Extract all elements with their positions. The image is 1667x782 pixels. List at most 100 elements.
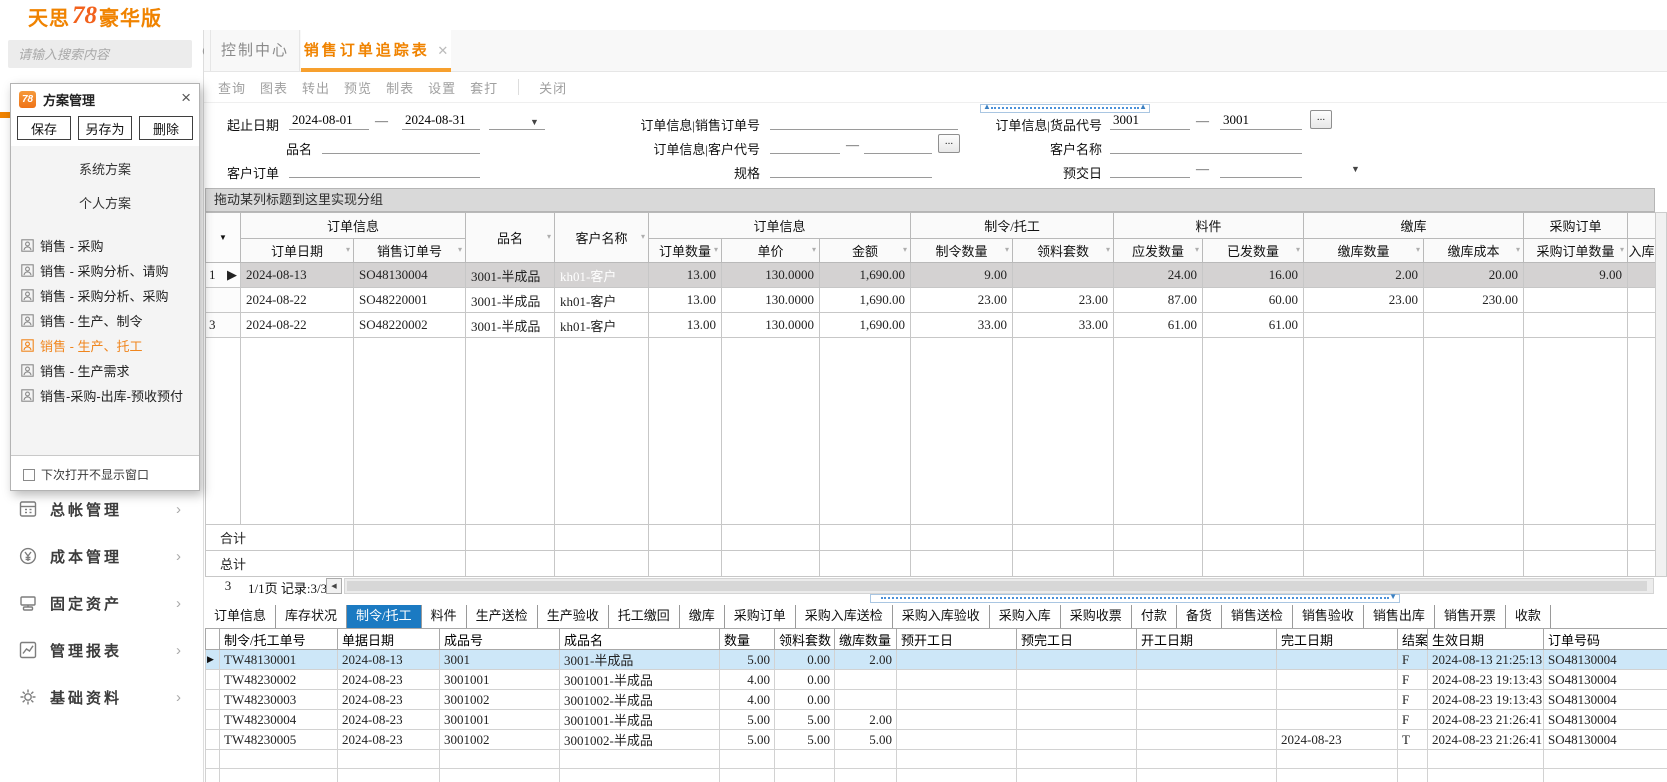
- horizontal-scrollbar[interactable]: [344, 578, 1654, 594]
- customer-code-from-field[interactable]: [770, 135, 840, 154]
- vertical-scrollbar[interactable]: [1655, 212, 1667, 577]
- table-cell[interactable]: 3001-半成品: [466, 313, 555, 338]
- table-cell[interactable]: SO48220002: [354, 313, 466, 338]
- table-cell[interactable]: [1137, 650, 1277, 670]
- table-cell[interactable]: 24.00: [1114, 263, 1203, 288]
- table-cell[interactable]: 3001002-半成品: [560, 690, 720, 710]
- table-cell[interactable]: 2024-08-23: [338, 710, 440, 730]
- search-box[interactable]: [8, 40, 192, 68]
- table-cell[interactable]: 3001-半成品: [560, 650, 720, 670]
- table-cell[interactable]: F: [1398, 710, 1428, 730]
- table-cell[interactable]: 87.00: [1114, 288, 1203, 313]
- table-row[interactable]: TW482300032024-08-2330010023001002-半成品4.…: [206, 690, 1667, 710]
- scheme-item[interactable]: 销售 - 生产、制令: [21, 309, 197, 331]
- table-cell[interactable]: [1524, 288, 1628, 313]
- table-cell[interactable]: 130.0000: [722, 263, 820, 288]
- table-cell[interactable]: T: [1398, 730, 1428, 750]
- detail-tab-销售送检[interactable]: 销售送检: [1222, 605, 1293, 628]
- table-cell[interactable]: [1017, 690, 1137, 710]
- table-cell[interactable]: 3001: [440, 650, 560, 670]
- detail-tab-采购订单[interactable]: 采购订单: [725, 605, 796, 628]
- column-header-订单数量[interactable]: 订单数量▾: [649, 239, 722, 263]
- detail-tab-销售开票[interactable]: 销售开票: [1435, 605, 1506, 628]
- table-cell[interactable]: 9.00: [911, 263, 1013, 288]
- table-cell[interactable]: [1524, 313, 1628, 338]
- select-all-corner[interactable]: ▼: [206, 213, 241, 263]
- table-cell[interactable]: 4.00: [720, 690, 775, 710]
- table-cell[interactable]: 33.00: [911, 313, 1013, 338]
- table-cell[interactable]: 16.00: [1203, 263, 1304, 288]
- filter-caret-icon[interactable]: ▾: [458, 245, 462, 254]
- table-cell[interactable]: 33.00: [1013, 313, 1114, 338]
- column-header-制令数量[interactable]: 制令数量▾: [911, 239, 1013, 263]
- detail-tab-制令/托工[interactable]: 制令/托工: [347, 605, 422, 628]
- detail-tab-生产送检[interactable]: 生产送检: [467, 605, 538, 628]
- column-header-单价[interactable]: 单价▾: [722, 239, 820, 263]
- table-cell[interactable]: 3001001-半成品: [560, 670, 720, 690]
- table-cell[interactable]: 3001002: [440, 690, 560, 710]
- close-icon[interactable]: ×: [181, 88, 191, 108]
- detail-tab-付款[interactable]: 付款: [1132, 605, 1177, 628]
- detail-tab-收款[interactable]: 收款: [1506, 605, 1551, 628]
- table-row[interactable]: TW482300042024-08-2330010013001001-半成品5.…: [206, 710, 1667, 730]
- table-cell[interactable]: 23.00: [1013, 288, 1114, 313]
- table-cell[interactable]: [835, 690, 897, 710]
- sidebar-item-固定资产[interactable]: 固定资产›: [0, 584, 203, 622]
- table-cell[interactable]: [1277, 670, 1398, 690]
- dont-show-checkbox[interactable]: [23, 469, 35, 481]
- row-indicator[interactable]: 3: [206, 313, 241, 338]
- filter-caret-icon[interactable]: ▾: [812, 245, 816, 254]
- table-cell[interactable]: [1017, 730, 1137, 750]
- table-cell[interactable]: [1017, 670, 1137, 690]
- table-cell[interactable]: 1,690.00: [820, 313, 911, 338]
- date-from-field[interactable]: 2024-08-01: [289, 111, 369, 130]
- table-cell[interactable]: [897, 670, 1017, 690]
- filter-caret-icon[interactable]: ▾: [1195, 245, 1199, 254]
- table-cell[interactable]: TW48230004: [220, 710, 338, 730]
- sidebar-item-管理报表[interactable]: 管理报表›: [0, 631, 203, 669]
- search-input[interactable]: [8, 47, 202, 62]
- filter-caret-icon[interactable]: ▾: [1516, 245, 1520, 254]
- customer-name-field[interactable]: [1110, 135, 1302, 154]
- table-row[interactable]: TW482300022024-08-2330010013001001-半成品4.…: [206, 670, 1667, 690]
- collapse-splitter-horizontal[interactable]: ▼: [870, 594, 1400, 603]
- table-cell[interactable]: 5.00: [720, 650, 775, 670]
- table-cell[interactable]: [1137, 670, 1277, 690]
- table-cell[interactable]: kh01-客户: [555, 313, 649, 338]
- table-cell[interactable]: 2024-08-23 21:26:41: [1428, 730, 1544, 750]
- table-cell[interactable]: SO48130004: [354, 263, 466, 288]
- table-cell[interactable]: 5.00: [720, 710, 775, 730]
- table-cell[interactable]: SO48220001: [354, 288, 466, 313]
- detail-tab-备货[interactable]: 备货: [1177, 605, 1222, 628]
- column-header-订单日期[interactable]: 订单日期▾: [241, 239, 354, 263]
- table-cell[interactable]: [1277, 650, 1398, 670]
- table-cell[interactable]: SO48130004: [1544, 710, 1667, 730]
- due-date-to-field[interactable]: [1220, 159, 1302, 178]
- toolbar-button-图表[interactable]: 图表: [260, 78, 288, 97]
- table-cell[interactable]: [1137, 730, 1277, 750]
- table-cell[interactable]: [1628, 313, 1656, 338]
- table-row[interactable]: 1▶2024-08-13SO481300043001-半成品kh01-客户13.…: [206, 263, 1656, 288]
- table-cell[interactable]: TW48230002: [220, 670, 338, 690]
- column-header-领料套数[interactable]: 领料套数▾: [1013, 239, 1114, 263]
- dont-show-again-row[interactable]: 下次打开不显示窗口: [23, 466, 149, 483]
- table-cell[interactable]: 1,690.00: [820, 263, 911, 288]
- table-cell[interactable]: 5.00: [835, 730, 897, 750]
- column-header-结案[interactable]: 结案: [1398, 629, 1428, 650]
- filter-caret-icon[interactable]: ▾: [346, 245, 350, 254]
- table-cell[interactable]: 2.00: [835, 710, 897, 730]
- table-cell[interactable]: 2024-08-13: [241, 263, 354, 288]
- table-row[interactable]: 32024-08-22SO482200023001-半成品kh01-客户13.0…: [206, 313, 1656, 338]
- table-cell[interactable]: 3001001: [440, 670, 560, 690]
- table-cell[interactable]: [1277, 710, 1398, 730]
- customer-order-field[interactable]: [289, 159, 480, 178]
- table-cell[interactable]: 61.00: [1203, 313, 1304, 338]
- row-indicator[interactable]: [206, 288, 241, 313]
- detail-tab-托工缴回[interactable]: 托工缴回: [609, 605, 680, 628]
- table-cell[interactable]: 2024-08-23: [338, 670, 440, 690]
- table-cell[interactable]: 20.00: [1424, 263, 1524, 288]
- column-header-预开工日[interactable]: 预开工日: [897, 629, 1017, 650]
- scheme-item[interactable]: 销售 - 采购分析、请购: [21, 259, 197, 281]
- column-header-金额[interactable]: 金额▾: [820, 239, 911, 263]
- table-cell[interactable]: 0.00: [775, 670, 835, 690]
